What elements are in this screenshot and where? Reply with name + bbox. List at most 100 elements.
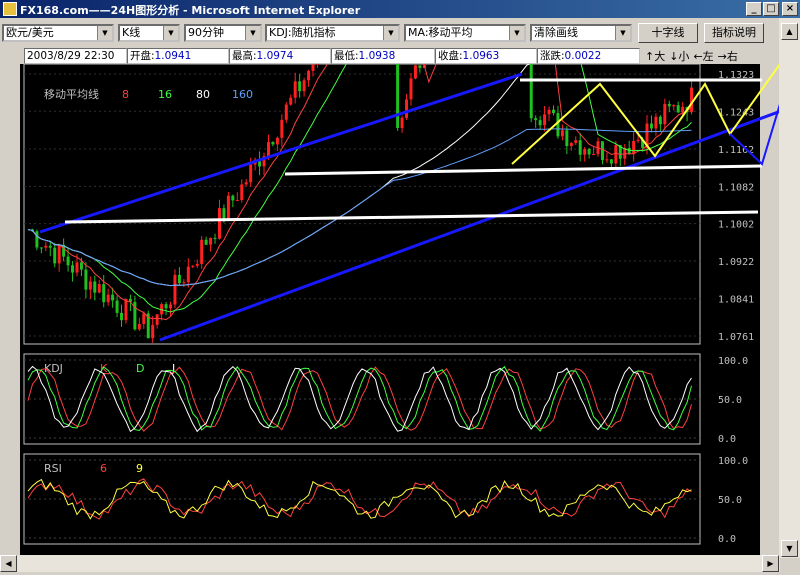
candle-body bbox=[213, 237, 217, 239]
candle-body bbox=[587, 148, 591, 155]
crosshair-button[interactable]: 十字线 bbox=[638, 23, 698, 43]
candle-body bbox=[169, 304, 173, 309]
candle-body bbox=[191, 265, 195, 267]
scroll-left-icon[interactable]: ◀ bbox=[0, 555, 17, 572]
candle-body bbox=[636, 139, 640, 141]
indicator-value: KDJ:随机指标 bbox=[269, 26, 336, 39]
candle-body bbox=[240, 184, 244, 201]
candle-body bbox=[307, 70, 311, 81]
candle-body bbox=[217, 208, 221, 239]
quote-high: 最高:1.0974 bbox=[229, 48, 331, 64]
change-label: 涨跌: bbox=[540, 50, 565, 62]
y-tick-label: 0.0 bbox=[718, 434, 736, 445]
candle-body bbox=[209, 237, 213, 245]
candle-body bbox=[275, 137, 279, 145]
candle-body bbox=[609, 159, 613, 164]
candle-body bbox=[137, 324, 141, 330]
pan-right-button[interactable]: →右 bbox=[718, 50, 738, 63]
y-tick-label: 1.0922 bbox=[718, 257, 754, 268]
candle-body bbox=[302, 80, 306, 92]
indicator-help-button[interactable]: 指标说明 bbox=[704, 23, 764, 43]
candle-body bbox=[115, 300, 119, 313]
candle-body bbox=[204, 239, 208, 245]
candle-body bbox=[396, 64, 400, 129]
candle-body bbox=[681, 106, 685, 113]
candle-body bbox=[249, 164, 253, 183]
candle-body bbox=[298, 81, 302, 92]
indicator-legend-item: 6 bbox=[100, 462, 107, 475]
ma-legend-item: 160 bbox=[232, 88, 253, 101]
candle-body bbox=[574, 140, 578, 144]
y-tick-label: 1.1002 bbox=[718, 220, 754, 231]
candle-body bbox=[75, 262, 79, 273]
candle-body bbox=[592, 154, 596, 156]
scroll-down-icon[interactable]: ▼ bbox=[781, 540, 798, 557]
open-value: 1.0941 bbox=[154, 50, 192, 62]
candle-body bbox=[529, 64, 533, 119]
indicator-select[interactable]: KDJ:随机指标 ▼ bbox=[265, 24, 400, 42]
candle-body bbox=[226, 195, 230, 221]
candle-body bbox=[97, 284, 101, 293]
pair-select[interactable]: 欧元/美元 ▼ bbox=[2, 24, 114, 42]
overlay-select[interactable]: MA:移动平均 ▼ bbox=[404, 24, 526, 42]
chart-canvas[interactable]: 1.13231.12431.11621.10821.10021.09221.08… bbox=[0, 64, 780, 555]
app-icon bbox=[3, 2, 17, 16]
candle-body bbox=[35, 231, 39, 248]
candle-body bbox=[551, 109, 555, 114]
chevron-down-icon: ▼ bbox=[97, 26, 112, 40]
vertical-scrollbar[interactable]: ▲ ▼ bbox=[779, 18, 800, 558]
scroll-up-icon[interactable]: ▲ bbox=[781, 23, 798, 40]
clear-lines-select[interactable]: 清除画线 ▼ bbox=[530, 24, 632, 42]
indicator-legend-item: 9 bbox=[136, 462, 143, 475]
zoom-in-button[interactable]: ↑大 bbox=[645, 50, 665, 63]
scroll-right-icon[interactable]: ▶ bbox=[762, 555, 779, 572]
ma-legend-title: 移动平均线 bbox=[44, 87, 99, 101]
candle-body bbox=[547, 109, 551, 115]
pan-left-button[interactable]: ←左 bbox=[693, 50, 713, 63]
ma-legend-item: 16 bbox=[158, 88, 172, 101]
datetime-value: 2003/8/29 22:30 bbox=[27, 50, 115, 62]
candle-body bbox=[66, 256, 70, 266]
period-select[interactable]: 90分钟 ▼ bbox=[184, 24, 262, 42]
candle-body bbox=[39, 247, 43, 249]
candle-body bbox=[627, 147, 631, 154]
candle-body bbox=[315, 64, 319, 65]
chart-background bbox=[20, 64, 760, 555]
y-tick-label: 0.0 bbox=[718, 534, 736, 545]
maximize-button[interactable]: □ bbox=[763, 2, 779, 16]
y-tick-label: 100.0 bbox=[718, 456, 748, 467]
chevron-down-icon: ▼ bbox=[509, 26, 524, 40]
candle-body bbox=[280, 119, 284, 138]
candle-body bbox=[311, 64, 315, 71]
y-tick-label: 1.0761 bbox=[718, 332, 754, 343]
horizontal-scrollbar[interactable]: ◀ ▶ bbox=[0, 555, 780, 572]
y-tick-label: 100.0 bbox=[718, 356, 748, 367]
indicator-name: KDJ bbox=[44, 362, 63, 375]
pair-select-value: 欧元/美元 bbox=[6, 26, 54, 39]
candle-body bbox=[151, 324, 155, 339]
candle-body bbox=[266, 142, 270, 157]
clear-lines-value: 清除画线 bbox=[534, 26, 578, 39]
candle-body bbox=[88, 281, 92, 290]
zoom-out-button[interactable]: ↓小 bbox=[669, 50, 689, 63]
change-value: 0.0022 bbox=[564, 50, 602, 62]
minimize-button[interactable]: _ bbox=[746, 2, 762, 16]
ma-legend-item: 80 bbox=[196, 88, 210, 101]
candle-body bbox=[164, 304, 168, 309]
candle-body bbox=[605, 159, 609, 161]
candle-body bbox=[53, 247, 57, 264]
candle-body bbox=[124, 299, 128, 321]
chevron-down-icon: ▼ bbox=[245, 26, 260, 40]
candle-body bbox=[583, 148, 587, 155]
candle-body bbox=[195, 263, 199, 266]
candle-body bbox=[578, 140, 582, 155]
close-button[interactable]: × bbox=[782, 2, 798, 16]
chart-type-select[interactable]: K线 ▼ bbox=[118, 24, 180, 42]
y-tick-label: 1.1082 bbox=[718, 182, 754, 193]
candle-body bbox=[93, 281, 97, 293]
quote-change: 涨跌:0.0022 bbox=[537, 48, 640, 64]
candle-body bbox=[413, 65, 417, 79]
candle-body bbox=[543, 114, 547, 126]
open-label: 开盘: bbox=[130, 50, 155, 62]
low-label: 最低: bbox=[334, 50, 359, 62]
